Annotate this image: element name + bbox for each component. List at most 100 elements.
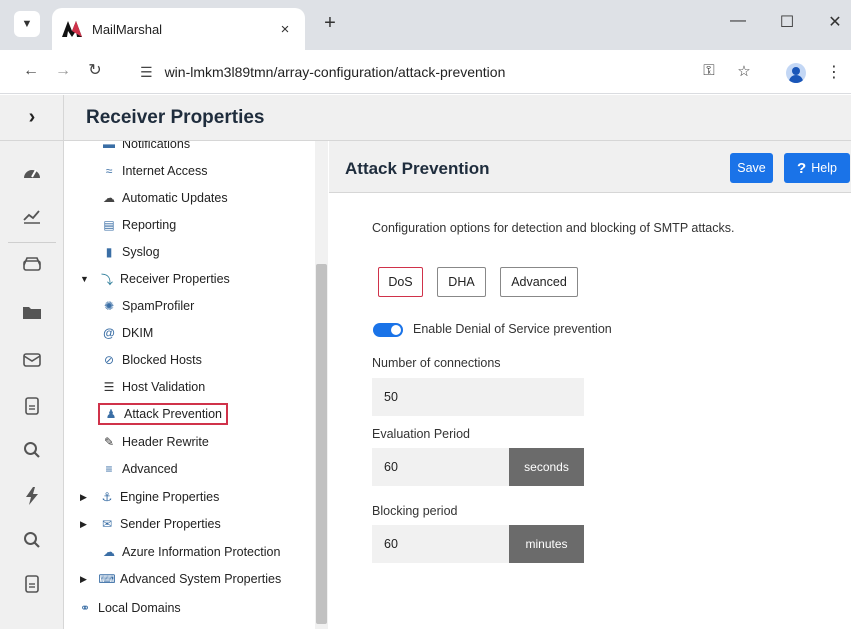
spam-icon: ✺ <box>103 299 115 313</box>
tree-scrollbar-thumb[interactable] <box>316 264 327 624</box>
tree-item-header-rewrite[interactable]: ✎ Header Rewrite <box>102 431 209 453</box>
blocking-period-input[interactable]: 60 <box>372 525 509 563</box>
tree-item-host-validation[interactable]: ☰ Host Validation <box>102 376 206 398</box>
dashboard-gauge-icon[interactable] <box>0 151 64 193</box>
page-header: Receiver Properties <box>64 95 851 141</box>
tree-item-notifications[interactable]: ▬ Notifications <box>102 141 190 155</box>
tab-title: MailMarshal <box>92 21 163 37</box>
tab-dos[interactable]: DoS <box>378 267 423 297</box>
engine-icon: ⚓ <box>101 490 113 504</box>
tree-item-label: SpamProfiler <box>122 299 195 313</box>
envelope-icon: ✉ <box>101 517 113 531</box>
keyboard-icon: ⌨ <box>98 572 116 586</box>
help-button[interactable]: ? Help <box>784 153 850 183</box>
site-info-icon[interactable]: ☰ <box>140 64 153 81</box>
caret-down-icon[interactable]: ▼ <box>80 274 90 284</box>
tree-item-label: DKIM <box>122 326 154 340</box>
document-icon-2[interactable] <box>0 563 64 605</box>
tree-item-azure-information-protection[interactable]: ☁ Azure Information Protection <box>102 541 280 563</box>
tree-item-automatic-updates[interactable]: ☁ Automatic Updates <box>102 187 228 209</box>
question-icon: ? <box>797 159 807 177</box>
lightning-icon[interactable] <box>0 475 64 517</box>
tree-item-label: Attack Prevention <box>124 407 222 421</box>
hard-drive-icon[interactable] <box>0 243 64 285</box>
description-text: Configuration options for detection and … <box>372 221 735 235</box>
at-icon: @ <box>103 326 115 340</box>
tree-item-label: Reporting <box>122 218 177 232</box>
tree-item-label: Advanced <box>122 462 178 476</box>
trend-chart-icon[interactable] <box>0 195 64 237</box>
dos-prevention-toggle[interactable] <box>373 323 403 337</box>
search-icon[interactable] <box>0 429 64 471</box>
tree-item-label: Engine Properties <box>120 490 220 504</box>
tree-item-label: Sender Properties <box>120 517 221 531</box>
wifi-icon: ≈ <box>105 164 113 178</box>
main-panel: Attack Prevention Save ? Help Configurat… <box>329 141 851 629</box>
tree-item-spamprofiler[interactable]: ✺ SpamProfiler <box>102 295 194 317</box>
tree-item-label: Host Validation <box>122 380 206 394</box>
evaluation-unit: seconds <box>509 448 584 486</box>
more-menu-icon[interactable]: ⋮ <box>826 62 842 82</box>
caret-right-icon[interactable]: ▶ <box>80 519 90 530</box>
address-bar: ← → ↻ ☰ win-lmkm3l89tmn/array-configurat… <box>0 50 851 94</box>
tree-item-local-domains[interactable]: ⚭ Local Domains <box>78 597 181 619</box>
tree-item-label: Azure Information Protection <box>122 545 281 559</box>
tab-advanced[interactable]: Advanced <box>500 267 578 297</box>
toggle-label: Enable Denial of Service prevention <box>413 322 612 336</box>
browser-tab[interactable]: MailMarshal × <box>52 8 305 50</box>
browser-tab-bar: ▼ MailMarshal × + — ☐ ✕ <box>0 0 851 50</box>
panel-title: Attack Prevention <box>345 159 490 178</box>
close-tab-icon[interactable]: × <box>275 21 295 38</box>
blocking-unit: minutes <box>509 525 584 563</box>
users-icon: ♟ <box>105 407 117 421</box>
mail-icon[interactable] <box>0 339 64 381</box>
new-tab-button[interactable]: + <box>318 12 342 35</box>
tree-item-blocked-hosts[interactable]: ⊘ Blocked Hosts <box>102 349 202 371</box>
tree-item-engine-properties[interactable]: ▶ ⚓ Engine Properties <box>80 486 219 508</box>
tree-item-receiver-properties[interactable]: ▼ ⤵ Receiver Properties <box>80 268 230 290</box>
minimize-button[interactable]: — <box>726 12 750 30</box>
tree-item-advanced-system-properties[interactable]: ▶ ⌨ Advanced System Properties <box>80 568 281 590</box>
tree-item-syslog[interactable]: ▮ Syslog <box>102 241 160 263</box>
search-icon-2[interactable] <box>0 519 64 561</box>
server-icon: ☰ <box>103 380 115 394</box>
save-button[interactable]: Save <box>730 153 773 183</box>
expand-sidebar-chevron-icon[interactable]: › <box>0 95 64 141</box>
mailmarshal-logo-icon <box>62 21 82 37</box>
tree-item-label: Internet Access <box>122 164 208 178</box>
forward-arrow-icon[interactable]: → <box>52 60 74 82</box>
tree-item-advanced[interactable]: ≡ Advanced <box>102 458 178 480</box>
cloud-upload-icon: ☁ <box>103 191 115 205</box>
caret-right-icon[interactable]: ▶ <box>80 492 90 503</box>
tree-item-label: Automatic Updates <box>122 191 228 205</box>
icon-rail: › <box>0 95 64 629</box>
password-key-icon[interactable]: ⚿ <box>698 62 720 79</box>
tree-item-attack-prevention[interactable]: ♟ Attack Prevention <box>98 403 228 425</box>
folder-icon[interactable] <box>0 291 64 333</box>
blocked-icon: ⊘ <box>103 353 115 367</box>
evaluation-period-input[interactable]: 60 <box>372 448 509 486</box>
profile-avatar-icon[interactable] <box>786 63 806 83</box>
maximize-button[interactable]: ☐ <box>775 12 799 32</box>
tree-item-sender-properties[interactable]: ▶ ✉ Sender Properties <box>80 513 221 535</box>
page-title: Receiver Properties <box>86 107 265 128</box>
reload-icon[interactable]: ↻ <box>84 60 106 82</box>
connections-input[interactable]: 50 <box>372 378 584 416</box>
url-text: win-lmkm3l89tmn/array-configuration/atta… <box>164 64 506 80</box>
panel-header: Attack Prevention Save ? Help <box>329 141 851 193</box>
url-field[interactable]: ☰ win-lmkm3l89tmn/array-configuration/at… <box>140 57 760 87</box>
caret-right-icon[interactable]: ▶ <box>80 574 90 585</box>
close-window-button[interactable]: ✕ <box>823 12 847 32</box>
tree-item-internet-access[interactable]: ≈ Internet Access <box>102 160 208 182</box>
tab-dha[interactable]: DHA <box>437 267 486 297</box>
tab-search-button[interactable]: ▼ <box>14 11 40 37</box>
notifications-icon: ▬ <box>103 141 115 151</box>
document-icon[interactable] <box>0 385 64 427</box>
sliders-icon: ≡ <box>105 462 113 476</box>
tree-item-reporting[interactable]: ▤ Reporting <box>102 214 176 236</box>
back-arrow-icon[interactable]: ← <box>20 60 42 82</box>
bookmark-star-icon[interactable]: ☆ <box>733 62 755 80</box>
tree-item-dkim[interactable]: @ DKIM <box>102 322 153 344</box>
globe-icon: ⚭ <box>79 601 91 615</box>
tree-item-label: Syslog <box>122 245 160 259</box>
